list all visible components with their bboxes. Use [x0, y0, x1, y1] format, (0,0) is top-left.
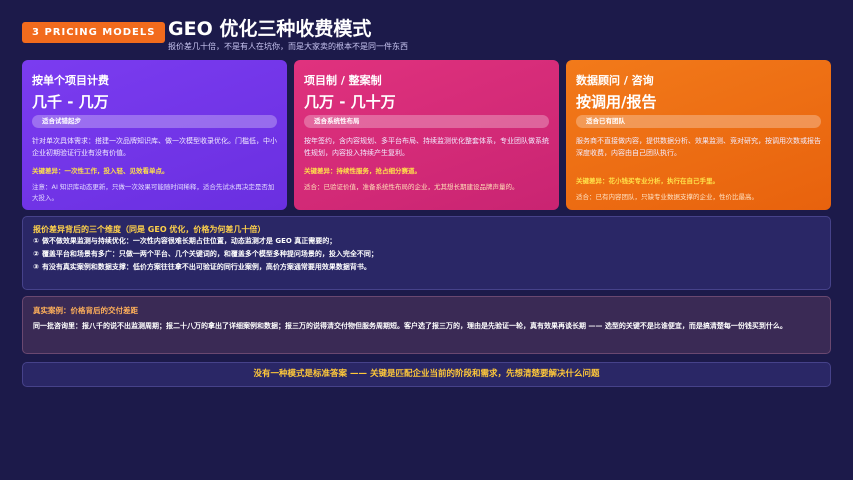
- dimensions-title: 报价差异背后的三个维度（同是 GEO 优化，价格为何差几十倍）: [33, 225, 266, 234]
- card-tag: 适合试错起步: [32, 115, 277, 128]
- pricing-card-per-project: 按单个项目计费 几千 - 几万 适合试错起步 针对单次具体需求：搭建一次品牌知识…: [22, 60, 287, 210]
- real-case-panel: 真实案例：价格背后的交付差距 同一批咨询里：报八千的说不出监测周期；报二十八万的…: [22, 296, 831, 354]
- card-description: 针对单次具体需求：搭建一次品牌知识库、做一次模型收录优化。门槛低，中小企业初期验…: [32, 137, 277, 157]
- pricing-cards: 按单个项目计费 几千 - 几万 适合试错起步 针对单次具体需求：搭建一次品牌知识…: [22, 60, 831, 210]
- dimension-text: 有没有真实案例和数据支撑：低价方案往往拿不出可验证的同行业案例，高价方案通常要用…: [41, 263, 371, 271]
- price-dimensions-panel: 报价差异背后的三个维度（同是 GEO 优化，价格为何差几十倍） ① 做不做效果监测…: [22, 216, 831, 290]
- card-price: 几千 - 几万: [32, 93, 109, 111]
- card-key-difference: 关键差异：一次性工作，投入轻、见效看单点。: [32, 167, 169, 175]
- card-tag: 适合系统性布局: [304, 115, 549, 128]
- card-label: 项目制 / 整案制: [304, 74, 382, 87]
- card-note: 适合：已有内容团队，只缺专业数据支撑的企业，性价比最高。: [576, 193, 758, 201]
- pricing-card-data-consulting: 数据顾问 / 咨询 按调用/报告 适合已有团队 服务商不直接做内容，提供数据分析…: [566, 60, 831, 210]
- case-title: 真实案例：价格背后的交付差距: [33, 306, 138, 315]
- case-text: 同一批咨询里：报八千的说不出监测周期；报二十八万的拿出了详细案例和数据；报三万的…: [33, 322, 787, 330]
- dimension-item: ② 覆盖平台和场景有多广：只做一两个平台、几个关键词的，和覆盖多个模型多种提问场景…: [33, 248, 820, 261]
- dimension-number: ①: [33, 237, 39, 245]
- card-note: 适合：已验证价值，准备系统性布局的企业，尤其想长期建设品牌声量的。: [304, 183, 519, 191]
- card-price: 几万 - 几十万: [304, 93, 396, 111]
- header: 3 PRICING MODELS GEO 优化三种收费模式 报价差几十倍，不是有…: [22, 12, 831, 54]
- card-description: 服务商不直接做内容，提供数据分析、效果监测、竞对研究，按调用次数或报告深度收费，…: [576, 137, 821, 157]
- pricing-models-badge: 3 PRICING MODELS: [22, 22, 166, 43]
- card-price: 按调用/报告: [576, 93, 657, 111]
- pricing-card-project-system: 项目制 / 整案制 几万 - 几十万 适合系统性布局 按年签约，含内容规划、多平…: [294, 60, 559, 210]
- card-label: 按单个项目计费: [32, 74, 109, 87]
- dimension-text: 做不做效果监测与持续优化：一次性内容很难长期占住位置，动态监测才是 GEO 真正…: [41, 237, 337, 245]
- dimension-text: 覆盖平台和场景有多广：只做一两个平台、几个关键词的，和覆盖多个模型多种提问场景的…: [41, 250, 378, 258]
- card-key-difference: 关键差异：持续性服务，抢占细分赛道。: [304, 167, 421, 175]
- dimension-number: ③: [33, 263, 39, 271]
- page-subtitle: 报价差几十倍，不是有人在坑你，而是大家卖的根本不是同一件东西: [168, 42, 408, 51]
- card-label: 数据顾问 / 咨询: [576, 74, 654, 87]
- dimension-item: ① 做不做效果监测与持续优化：一次性内容很难长期占住位置，动态监测才是 GEO 真…: [33, 235, 820, 248]
- footer-conclusion: 没有一种模式是标准答案 —— 关键是匹配企业当前的阶段和需求，先想清楚要解决什么…: [22, 362, 831, 387]
- card-description: 按年签约，含内容规划、多平台布局、持续监测优化整套体系，专业团队做系统性规划，内…: [304, 137, 549, 157]
- card-note: 注意：AI 知识库动态更新，只做一次效果可能随时间稀释，适合先试水再决定是否加大…: [32, 183, 275, 202]
- dimension-number: ②: [33, 250, 39, 258]
- dimension-item: ③ 有没有真实案例和数据支撑：低价方案往往拿不出可验证的同行业案例，高价方案通常要…: [33, 261, 820, 274]
- page-title: GEO 优化三种收费模式: [168, 18, 372, 40]
- card-tag: 适合已有团队: [576, 115, 821, 128]
- card-key-difference: 关键差异：花小钱买专业分析，执行在自己手里。: [576, 177, 719, 185]
